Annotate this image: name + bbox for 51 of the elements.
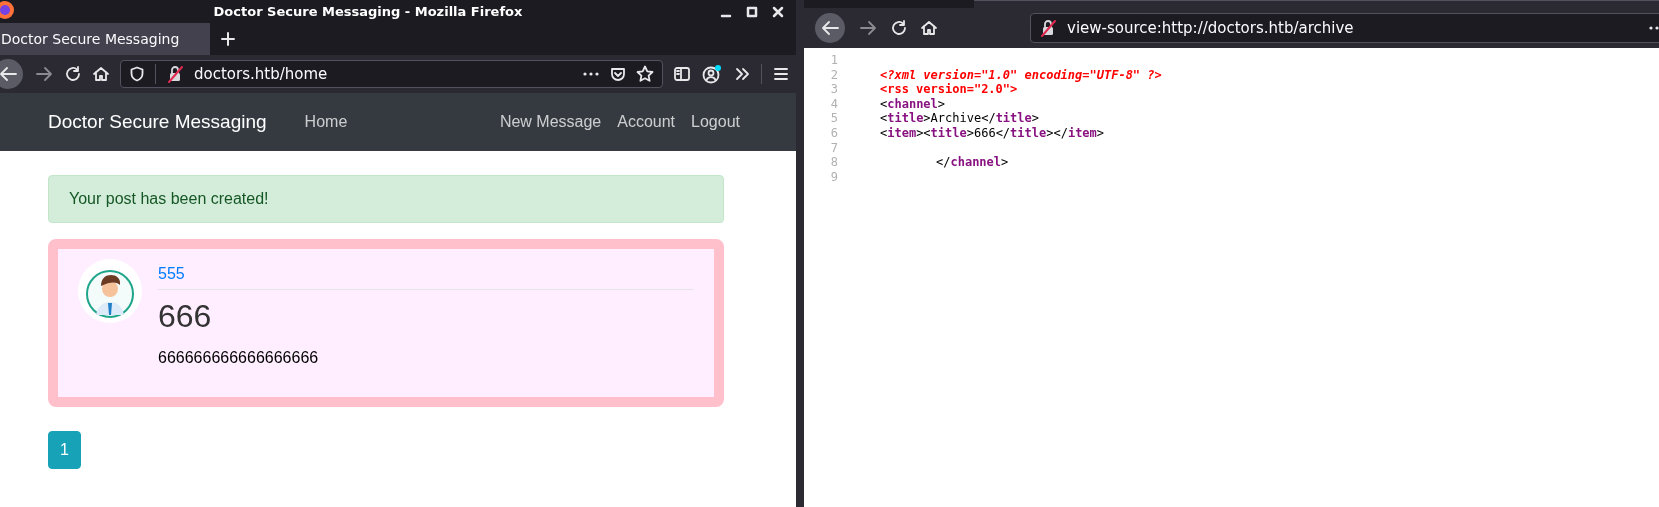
nav-link[interactable]: Home bbox=[296, 113, 356, 131]
insecure-lock-icon bbox=[1039, 19, 1057, 37]
line-number: 5 bbox=[829, 111, 839, 126]
more-icon[interactable] bbox=[1648, 25, 1659, 31]
line-number: 2 bbox=[829, 67, 839, 83]
source-code-line: <rss version="2.0"> bbox=[880, 82, 1018, 97]
back-icon[interactable] bbox=[814, 12, 846, 44]
line-number: 6 bbox=[829, 125, 839, 141]
forward-icon[interactable] bbox=[858, 18, 878, 38]
maximize-icon[interactable] bbox=[746, 5, 758, 18]
account-icon[interactable] bbox=[701, 64, 723, 84]
post-content: 666666666666666666 bbox=[158, 349, 320, 367]
sidebar-icon[interactable] bbox=[673, 65, 691, 83]
pocket-icon[interactable] bbox=[610, 66, 626, 82]
post-author[interactable]: 555 bbox=[158, 265, 185, 283]
source-code-line: <?xml version="1.0" encoding="UTF-8" ?> bbox=[880, 67, 1162, 83]
line-number: 8 bbox=[829, 155, 839, 170]
new-tab-icon[interactable] bbox=[220, 31, 236, 47]
source-code-line: <item><title>666</title></item> bbox=[880, 125, 1105, 141]
address-bar[interactable]: doctors.htb/home bbox=[120, 60, 663, 88]
nav-link[interactable]: Account bbox=[609, 113, 684, 131]
forward-icon[interactable] bbox=[34, 64, 54, 84]
nav-link[interactable]: New Message bbox=[491, 113, 610, 131]
line-number: 3 bbox=[829, 82, 839, 97]
source-code-line: </channel> bbox=[935, 155, 1009, 170]
overflow-icon[interactable] bbox=[733, 65, 751, 83]
line-number: 7 bbox=[829, 140, 839, 156]
insecure-lock-icon bbox=[166, 65, 184, 83]
site-brand[interactable]: Doctor Secure Messaging bbox=[48, 111, 267, 133]
post-title: 666 bbox=[158, 298, 213, 335]
reload-icon[interactable] bbox=[64, 65, 82, 83]
back-icon[interactable] bbox=[0, 58, 24, 90]
success-alert: Your post has been created! bbox=[48, 175, 724, 223]
more-icon[interactable] bbox=[582, 71, 600, 77]
source-code-line: <channel> bbox=[880, 96, 946, 112]
home-icon[interactable] bbox=[920, 19, 938, 37]
doctor-avatar-icon bbox=[78, 259, 142, 323]
line-number: 4 bbox=[829, 96, 839, 112]
star-icon[interactable] bbox=[636, 65, 654, 83]
shield-icon bbox=[129, 66, 145, 82]
browser-tab[interactable]: Doctor Secure Messaging bbox=[0, 23, 210, 55]
menu-icon[interactable] bbox=[772, 65, 790, 83]
reload-icon[interactable] bbox=[890, 19, 908, 37]
line-number: 9 bbox=[829, 169, 839, 185]
close-icon[interactable] bbox=[772, 5, 784, 18]
source-code-line: <title>Archive</title> bbox=[880, 111, 1039, 126]
line-number: 1 bbox=[829, 53, 839, 68]
window-title: Doctor Secure Messaging - Mozilla Firefox bbox=[212, 4, 524, 19]
home-icon[interactable] bbox=[92, 65, 110, 83]
nav-link[interactable]: Logout bbox=[683, 113, 748, 131]
address-bar[interactable]: view-source:http://doctors.htb/archive bbox=[1030, 13, 1659, 43]
